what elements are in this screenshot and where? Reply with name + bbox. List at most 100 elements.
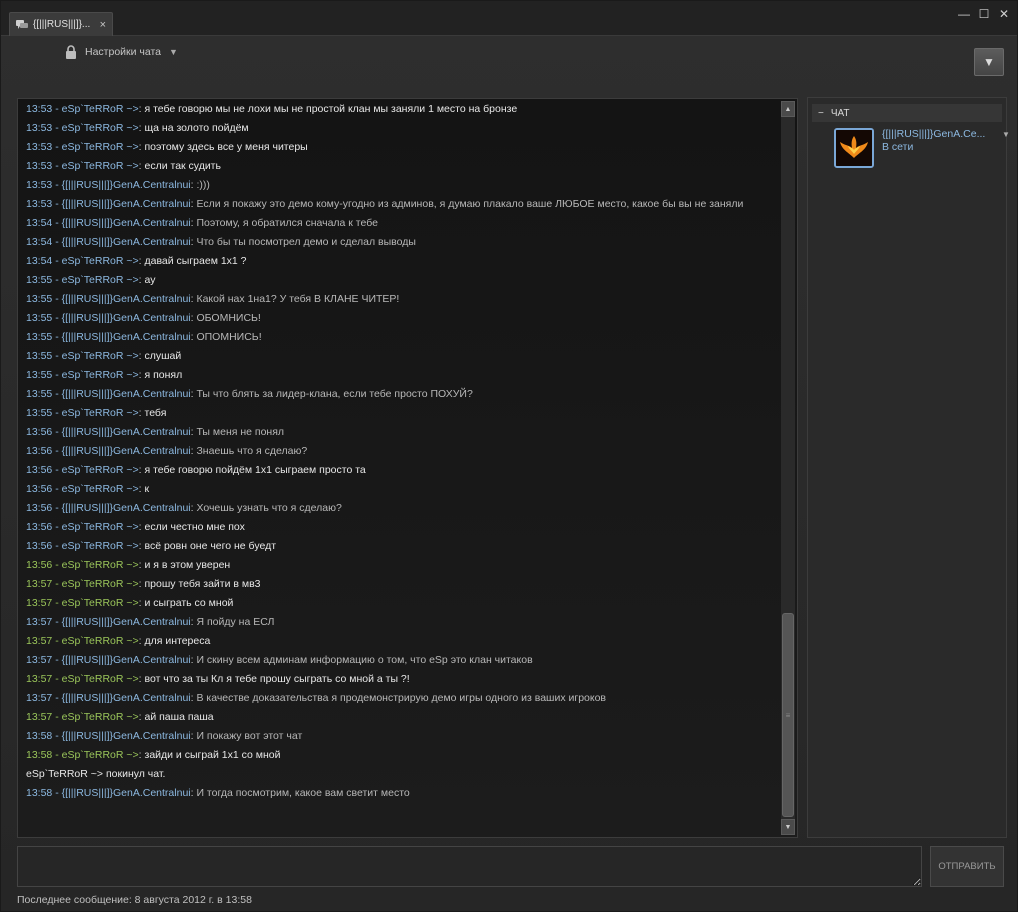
message-author[interactable]: 13:57 - eSp`TeRRoR ~> [26,711,139,723]
minimize-icon[interactable]: — [957,7,971,21]
chat-message: 13:53 - eSp`TeRRoR ~>: ща на золото пойд… [26,119,782,138]
message-text: если так судить [144,160,221,172]
message-text: тебя [144,407,167,419]
close-icon[interactable]: ✕ [997,7,1011,21]
chat-message: 13:58 - {[|||RUS|||]}GenA.Centralnui: И … [26,727,782,746]
menu-dropdown-button[interactable]: ▼ [974,48,1004,76]
member-status: В сети [882,141,914,153]
chat-message: 13:57 - eSp`TeRRoR ~>: прошу тебя зайти … [26,575,782,594]
message-text: ай паша паша [144,711,214,723]
message-author[interactable]: 13:53 - {[|||RUS|||]}GenA.Centralnui [26,179,191,191]
member-menu-icon[interactable]: ▼ [1002,130,1010,139]
chat-log[interactable]: 13:53 - eSp`TeRRoR ~>: я тебе говорю мы … [17,98,798,838]
phoenix-avatar-image [836,130,872,166]
window-controls: — ☐ ✕ [957,7,1011,21]
chat-settings-dropdown[interactable]: Настройки чата ▼ [65,45,178,59]
message-author[interactable]: 13:56 - {[|||RUS|||]}GenA.Centralnui [26,445,191,457]
members-panel: − ЧАТ {[|||RUS|||]}GenA.Ce... В сети ▼ [807,97,1010,838]
message-author[interactable]: 13:54 - eSp`TeRRoR ~> [26,255,139,267]
member-item[interactable]: {[|||RUS|||]}GenA.Ce... В сети ▼ [834,128,1010,168]
message-author[interactable]: 13:55 - eSp`TeRRoR ~> [26,274,139,286]
tab-close-icon[interactable]: × [100,19,106,31]
message-author[interactable]: 13:55 - eSp`TeRRoR ~> [26,350,139,362]
message-author[interactable]: 13:54 - {[|||RUS|||]}GenA.Centralnui [26,236,191,248]
message-input[interactable] [17,846,922,887]
chat-message: 13:56 - eSp`TeRRoR ~>: я тебе говорю пой… [26,461,782,480]
message-text: зайди и сыграй 1х1 со мной [144,749,281,761]
scroll-up-icon[interactable]: ▲ [781,101,795,117]
message-author[interactable]: 13:57 - eSp`TeRRoR ~> [26,635,139,647]
members-group-header[interactable]: − ЧАТ [812,104,1002,122]
message-author[interactable]: 13:57 - eSp`TeRRoR ~> [26,578,139,590]
message-author[interactable]: 13:57 - eSp`TeRRoR ~> [26,673,139,685]
chat-message: 13:58 - eSp`TeRRoR ~>: зайди и сыграй 1х… [26,746,782,765]
message-author[interactable]: 13:57 - {[|||RUS|||]}GenA.Centralnui [26,654,191,666]
message-text: В качестве доказательства я продемонстри… [196,692,607,704]
chat-message: 13:53 - {[|||RUS|||]}GenA.Centralnui: Ес… [26,195,782,214]
chat-message: 13:56 - eSp`TeRRoR ~>: и я в этом уверен [26,556,782,575]
message-author[interactable]: 13:53 - eSp`TeRRoR ~> [26,160,139,172]
message-author[interactable]: 13:57 - {[|||RUS|||]}GenA.Centralnui [26,692,191,704]
chat-message: 13:53 - eSp`TeRRoR ~>: поэтому здесь все… [26,138,782,157]
chat-message: 13:55 - {[|||RUS|||]}GenA.Centralnui: ОБ… [26,309,782,328]
message-author[interactable]: 13:58 - eSp`TeRRoR ~> [26,749,139,761]
send-button[interactable]: ОТПРАВИТЬ [930,846,1004,887]
message-text: всё ровн оне чего не буедт [144,540,277,552]
message-author[interactable]: 13:53 - eSp`TeRRoR ~> [26,141,139,153]
message-author[interactable]: 13:58 - {[|||RUS|||]}GenA.Centralnui [26,730,191,742]
message-text: к [144,483,150,495]
message-author[interactable]: 13:55 - {[|||RUS|||]}GenA.Centralnui [26,388,191,400]
message-text: Ты что блять за лидер-клана, если тебе п… [196,388,473,400]
chat-message: 13:55 - eSp`TeRRoR ~>: я понял [26,366,782,385]
message-author[interactable]: 13:53 - eSp`TeRRoR ~> [26,103,139,115]
chat-message: 13:53 - eSp`TeRRoR ~>: я тебе говорю мы … [26,100,782,119]
tab-chat[interactable]: {[|||RUS|||]}... × [9,12,113,36]
chat-log-scrollbar[interactable]: ▲ ≡ ▼ [781,101,795,835]
chat-message: 13:56 - eSp`TeRRoR ~>: к [26,480,782,499]
message-author[interactable]: 13:55 - {[|||RUS|||]}GenA.Centralnui [26,331,191,343]
message-text: ОПОМНИСЬ! [196,331,262,343]
message-text: Я пойду на ЕСЛ [196,616,275,628]
chat-message: 13:57 - eSp`TeRRoR ~>: и сыграть со мной [26,594,782,613]
message-author[interactable]: 13:54 - {[|||RUS|||]}GenA.Centralnui [26,217,191,229]
message-text: я понял [144,369,183,381]
chat-bubbles-icon [16,19,28,29]
message-text: И скину всем админам информацию о том, ч… [196,654,533,666]
message-author[interactable]: 13:55 - {[|||RUS|||]}GenA.Centralnui [26,293,191,305]
message-author[interactable]: 13:56 - eSp`TeRRoR ~> [26,540,139,552]
message-author[interactable]: 13:56 - {[|||RUS|||]}GenA.Centralnui [26,426,191,438]
message-author[interactable]: 13:55 - eSp`TeRRoR ~> [26,407,139,419]
message-author[interactable]: 13:56 - eSp`TeRRoR ~> [26,521,139,533]
message-author[interactable]: 13:56 - eSp`TeRRoR ~> [26,483,139,495]
chat-message: 13:57 - {[|||RUS|||]}GenA.Centralnui: Я … [26,613,782,632]
message-text: давай сыграем 1х1 ? [144,255,247,267]
message-text: ОБОМНИСЬ! [196,312,261,324]
message-text: Знаешь что я сделаю? [196,445,308,457]
chat-message: 13:57 - eSp`TeRRoR ~>: ай паша паша [26,708,782,727]
tab-bar: {[|||RUS|||]}... × — ☐ ✕ [1,1,1017,36]
message-text: для интереса [144,635,211,647]
message-author[interactable]: 13:56 - {[|||RUS|||]}GenA.Centralnui [26,502,191,514]
chat-message: 13:55 - eSp`TeRRoR ~>: ау [26,271,782,290]
chat-message: 13:57 - eSp`TeRRoR ~>: вот что за ты Кл … [26,670,782,689]
message-author[interactable]: 13:56 - eSp`TeRRoR ~> [26,559,139,571]
scroll-down-icon[interactable]: ▼ [781,819,795,835]
message-text: ща на золото пойдём [144,122,249,134]
chat-message: 13:57 - eSp`TeRRoR ~>: для интереса [26,632,782,651]
message-author[interactable]: 13:55 - {[|||RUS|||]}GenA.Centralnui [26,312,191,324]
message-text: я тебе говорю пойдём 1х1 сыграем просто … [144,464,366,476]
message-author[interactable]: 13:53 - eSp`TeRRoR ~> [26,122,139,134]
message-author[interactable]: 13:56 - eSp`TeRRoR ~> [26,464,139,476]
collapse-icon[interactable]: − [818,108,824,119]
message-author[interactable]: 13:55 - eSp`TeRRoR ~> [26,369,139,381]
message-author[interactable]: 13:57 - {[|||RUS|||]}GenA.Centralnui [26,616,191,628]
message-author[interactable]: 13:58 - {[|||RUS|||]}GenA.Centralnui [26,787,191,799]
scroll-thumb[interactable]: ≡ [782,613,794,817]
chat-message: 13:55 - {[|||RUS|||]}GenA.Centralnui: Ка… [26,290,782,309]
message-text: И покажу вот этот чат [196,730,303,742]
message-text: прошу тебя зайти в мв3 [144,578,261,590]
message-author[interactable]: 13:53 - {[|||RUS|||]}GenA.Centralnui [26,198,191,210]
message-author[interactable]: 13:57 - eSp`TeRRoR ~> [26,597,139,609]
message-list: 13:53 - eSp`TeRRoR ~>: я тебе говорю мы … [26,100,782,803]
maximize-icon[interactable]: ☐ [977,7,991,21]
